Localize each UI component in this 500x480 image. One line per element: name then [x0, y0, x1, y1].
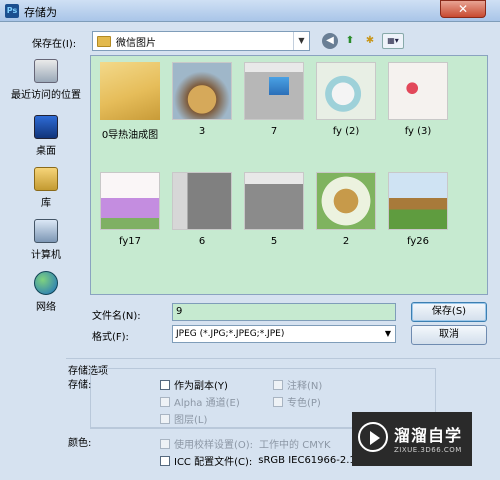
color-label: 颜色: [68, 438, 92, 449]
image-thumbnail [172, 172, 232, 230]
title-bar [0, 0, 500, 22]
filename-label: 文件名(N): [92, 311, 141, 322]
file-item[interactable]: 2 [313, 172, 379, 247]
folder-thumbnail [100, 62, 160, 120]
place-network[interactable]: 网络 [6, 271, 86, 313]
image-thumbnail [244, 62, 304, 120]
icc-profile-checkbox[interactable]: ICC 配置文件(C): sRGB IEC61966-2.1 [160, 453, 356, 468]
desktop-icon [34, 115, 58, 139]
save-in-dropdown[interactable]: 微信图片 ▼ [92, 31, 310, 51]
cancel-button[interactable]: 取消 [411, 325, 487, 345]
place-label: 库 [41, 198, 51, 209]
back-icon[interactable]: ◀ [322, 33, 338, 49]
file-item[interactable]: fy (2) [313, 62, 379, 137]
checkbox-box[interactable] [273, 379, 283, 390]
library-icon [34, 167, 58, 191]
chevron-down-icon[interactable]: ▼ [293, 32, 309, 50]
filename-input[interactable]: 9 [172, 303, 396, 321]
file-name: fy26 [407, 236, 429, 247]
format-value: JPEG (*.JPG;*.JPEG;*.JPE) [176, 329, 285, 339]
places-bar: 最近访问的位置 桌面 库 计算机 网络 [6, 55, 86, 315]
file-name: fy17 [119, 236, 141, 247]
window-title: 存储为 [24, 6, 57, 19]
place-desktop[interactable]: 桌面 [6, 115, 86, 157]
file-item[interactable]: 5 [241, 172, 307, 247]
checkbox-label: ICC 配置文件(C): [174, 457, 253, 468]
checkbox-label: 作为副本(Y) [174, 381, 228, 392]
icc-value: sRGB IEC61966-2.1 [258, 455, 356, 466]
file-item[interactable]: 6 [169, 172, 235, 247]
file-item[interactable]: fy17 [97, 172, 163, 247]
layers-checkbox[interactable]: 图层(L) [160, 411, 207, 426]
place-label: 最近访问的位置 [11, 90, 81, 101]
proof-setup-checkbox[interactable]: 使用校样设置(O): 工作中的 CMYK [160, 436, 331, 451]
image-thumbnail [100, 172, 160, 230]
image-thumbnail [316, 62, 376, 120]
view-menu-icon[interactable]: ▦▾ [382, 33, 404, 49]
file-name: 5 [270, 236, 278, 247]
photoshop-app-icon: Ps [5, 4, 19, 18]
play-logo-icon [358, 422, 388, 452]
save-button[interactable]: 保存(S) [411, 302, 487, 322]
checkbox-box[interactable] [160, 438, 170, 449]
checkbox-label: 注释(N) [287, 381, 323, 392]
image-thumbnail [172, 62, 232, 120]
file-item[interactable]: fy26 [385, 172, 451, 247]
checkbox-label: 图层(L) [174, 415, 208, 426]
recent-places-icon [34, 59, 58, 83]
computer-icon [34, 219, 58, 243]
file-name: 3 [198, 126, 206, 137]
file-item[interactable]: 0导热油成图 [97, 62, 163, 141]
save-in-label: 保存在(I): [32, 39, 77, 50]
format-dropdown[interactable]: JPEG (*.JPG;*.JPEG;*.JPE) ▼ [172, 325, 396, 343]
new-folder-icon[interactable]: ✱ [362, 33, 378, 49]
image-thumbnail [388, 172, 448, 230]
folder-icon [97, 35, 111, 47]
file-name: fy (3) [404, 126, 432, 137]
notes-checkbox[interactable]: 注释(N) [273, 377, 322, 392]
watermark: 溜溜自学 ZIXUE.3D66.COM [352, 412, 472, 466]
file-name: fy (2) [332, 126, 360, 137]
file-name: 0导热油成图 [101, 130, 159, 141]
checkbox-box[interactable] [160, 379, 170, 390]
checkbox-box[interactable] [160, 396, 170, 407]
checkbox-box[interactable] [160, 413, 170, 424]
image-thumbnail [316, 172, 376, 230]
format-label: 格式(F): [92, 332, 129, 343]
place-label: 桌面 [36, 146, 56, 157]
checkbox-label: 使用校样设置(O): [174, 440, 254, 451]
alpha-channel-checkbox[interactable]: Alpha 通道(E) [160, 394, 240, 409]
as-copy-checkbox[interactable]: 作为副本(Y) [160, 377, 228, 392]
file-list[interactable]: 0导热油成图 3 7 fy (2) fy (3) fy17 6 5 2 fy26 [90, 55, 488, 295]
checkbox-label: Alpha 通道(E) [174, 398, 240, 409]
checkbox-label: 专色(P) [287, 398, 321, 409]
checkbox-box[interactable] [160, 455, 170, 466]
place-recent[interactable]: 最近访问的位置 [6, 59, 86, 101]
spot-color-checkbox[interactable]: 专色(P) [273, 394, 321, 409]
place-computer[interactable]: 计算机 [6, 219, 86, 261]
file-name: 6 [198, 236, 206, 247]
place-library[interactable]: 库 [6, 167, 86, 209]
image-thumbnail [388, 62, 448, 120]
image-thumbnail [244, 172, 304, 230]
file-item[interactable]: fy (3) [385, 62, 451, 137]
file-name: 7 [270, 126, 278, 137]
place-label: 网络 [36, 302, 56, 313]
watermark-url: ZIXUE.3D66.COM [394, 446, 462, 454]
network-icon [34, 271, 58, 295]
proof-value: 工作中的 CMYK [259, 440, 331, 451]
place-label: 计算机 [31, 250, 61, 261]
checkbox-box[interactable] [273, 396, 283, 407]
file-item[interactable]: 7 [241, 62, 307, 137]
file-item[interactable]: 3 [169, 62, 235, 137]
storage-label: 存储: [68, 380, 92, 391]
up-folder-icon[interactable]: ⬆ [342, 33, 358, 49]
close-button[interactable]: ✕ [440, 0, 486, 18]
watermark-brand: 溜溜自学 [394, 426, 463, 445]
chevron-down-icon[interactable]: ▼ [381, 326, 395, 342]
file-name: 2 [342, 236, 350, 247]
save-in-value: 微信图片 [116, 37, 156, 49]
